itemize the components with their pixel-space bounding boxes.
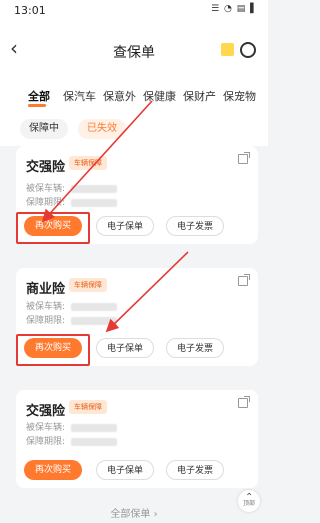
annotation-arrows	[41, 100, 189, 333]
annotation-arrow	[105, 251, 189, 333]
chevron-up-icon: ⌃	[245, 492, 254, 503]
annotation-arrow	[41, 100, 153, 223]
all-policies-link[interactable]: 全部保单 ›	[0, 505, 268, 520]
back-to-top-button[interactable]: ⌃ 顶部	[238, 490, 260, 512]
